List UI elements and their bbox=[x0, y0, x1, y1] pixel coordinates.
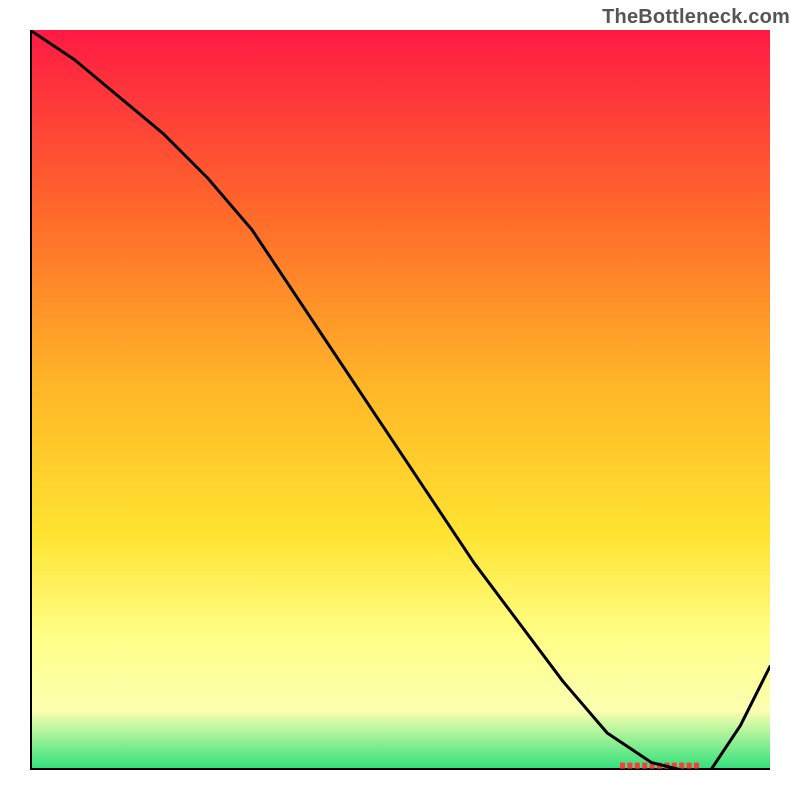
plot-frame bbox=[30, 30, 770, 770]
gradient-background bbox=[30, 30, 770, 770]
chart-svg bbox=[30, 30, 770, 770]
chart-container: TheBottleneck.com bbox=[0, 0, 800, 800]
watermark-text: TheBottleneck.com bbox=[602, 6, 790, 29]
